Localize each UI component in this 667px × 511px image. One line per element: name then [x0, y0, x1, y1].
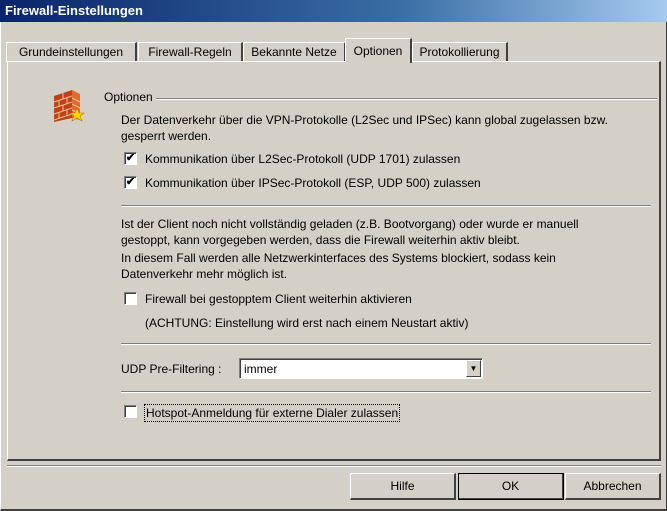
separator-2 — [121, 343, 651, 345]
firewall-icon — [50, 88, 86, 124]
window-title-bar: Firewall-Einstellungen — [0, 0, 667, 22]
tab-bekannte-netze[interactable]: Bekannte Netze — [243, 42, 346, 62]
help-button[interactable]: Hilfe — [350, 473, 456, 500]
chevron-down-icon[interactable]: ▼ — [466, 360, 481, 377]
separator-1 — [121, 205, 651, 207]
footer-separator — [7, 465, 661, 467]
tab-firewall-regeln[interactable]: Firewall-Regeln — [138, 42, 243, 62]
group-separator — [156, 98, 657, 100]
l2sec-label: Kommunikation über L2Sec-Protokoll (UDP … — [145, 152, 461, 166]
ipsec-checkbox[interactable]: ✔ — [124, 176, 137, 189]
tab-grundeinstellungen[interactable]: Grundeinstellungen — [6, 42, 137, 62]
udp-prefiltering-select[interactable]: immer ▼ — [239, 358, 483, 379]
tab-optionen[interactable]: Optionen — [345, 38, 412, 63]
udp-prefiltering-label: UDP Pre-Filtering : — [121, 362, 222, 376]
separator-3 — [121, 391, 651, 393]
firewall-stopped-label: Firewall bei gestopptem Client weiterhin… — [145, 292, 412, 306]
ipsec-label: Kommunikation über IPSec-Protokoll (ESP,… — [145, 176, 481, 190]
hotspot-label: Hotspot-Anmeldung für externe Dialer zul… — [144, 404, 401, 422]
window-title: Firewall-Einstellungen — [5, 3, 143, 18]
restart-warning: (ACHTUNG: Einstellung wird erst nach ein… — [145, 316, 469, 330]
udp-prefiltering-value: immer — [244, 362, 278, 376]
vpn-description: Der Datenverkehr über die VPN-Protokolle… — [121, 113, 608, 143]
client-description-2: In diesem Fall werden alle Netzwerkinter… — [121, 251, 556, 281]
ok-button[interactable]: OK — [458, 473, 564, 500]
client-description-1: Ist der Client noch nicht vollständig ge… — [121, 217, 579, 247]
firewall-stopped-checkbox[interactable] — [124, 292, 137, 305]
cancel-button[interactable]: Abbrechen — [565, 473, 661, 500]
hotspot-checkbox[interactable] — [124, 405, 137, 418]
tab-protokollierung[interactable]: Protokollierung — [412, 42, 508, 62]
options-group-label: Optionen — [104, 90, 153, 104]
l2sec-checkbox[interactable]: ✔ — [124, 152, 137, 165]
